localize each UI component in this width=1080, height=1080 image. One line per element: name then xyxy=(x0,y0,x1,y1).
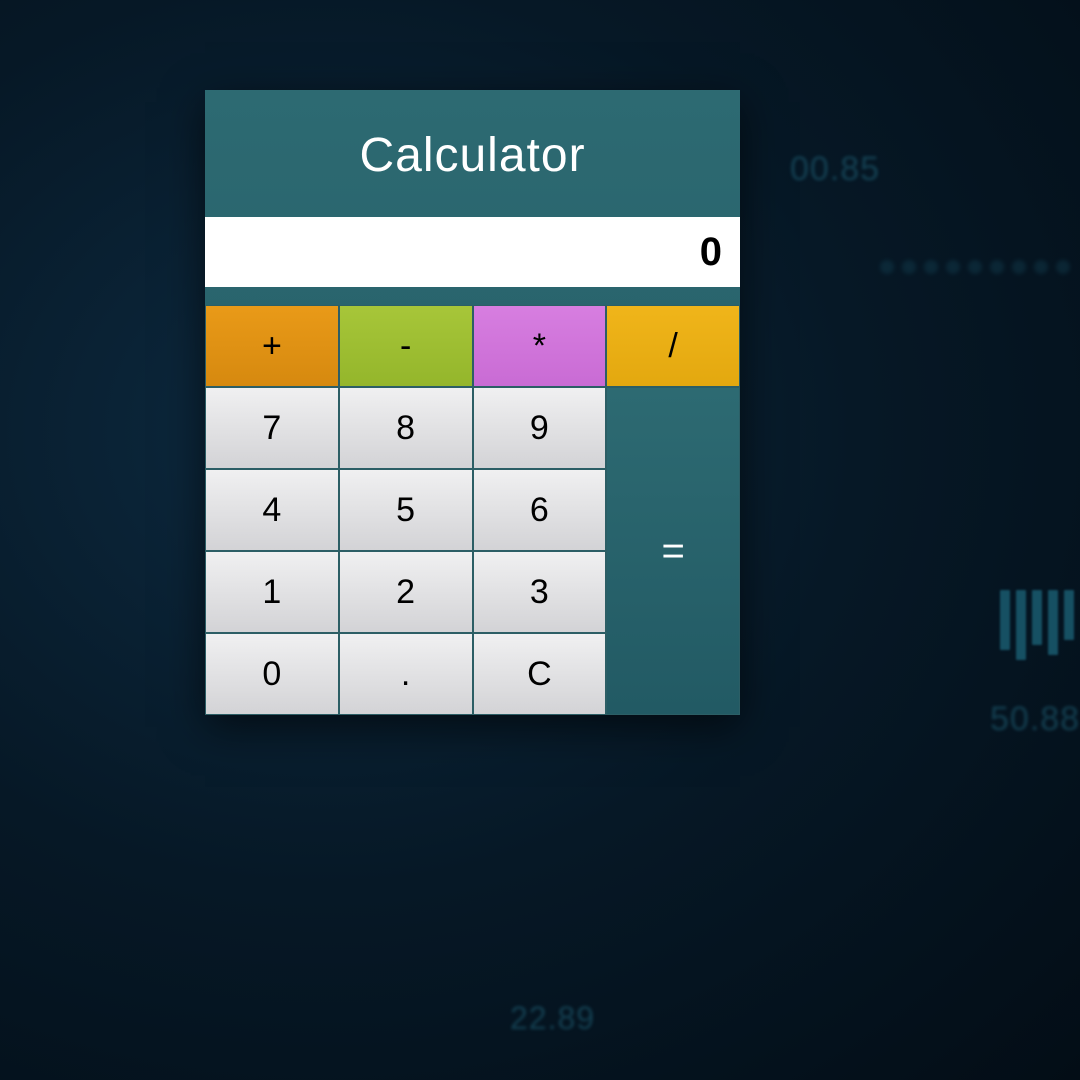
digit-3-button[interactable]: 3 xyxy=(473,551,607,633)
digit-2-button[interactable]: 2 xyxy=(339,551,473,633)
calculator-title: Calculator xyxy=(205,90,740,217)
bg-number-2: 50.88 xyxy=(990,700,1080,739)
calculator-panel: Calculator 0 + - * / 7 8 9 = 4 5 6 1 2 3… xyxy=(205,90,740,715)
bg-bars-icon xyxy=(1000,590,1074,660)
digit-6-button[interactable]: 6 xyxy=(473,469,607,551)
clear-button[interactable]: C xyxy=(473,633,607,715)
digit-0-button[interactable]: 0 xyxy=(205,633,339,715)
digit-9-button[interactable]: 9 xyxy=(473,387,607,469)
keypad: + - * / 7 8 9 = 4 5 6 1 2 3 0 . C xyxy=(205,305,740,715)
subtract-button[interactable]: - xyxy=(339,305,473,387)
equals-button[interactable]: = xyxy=(606,387,740,715)
digit-1-button[interactable]: 1 xyxy=(205,551,339,633)
spacer xyxy=(205,287,740,305)
digit-4-button[interactable]: 4 xyxy=(205,469,339,551)
multiply-button[interactable]: * xyxy=(473,305,607,387)
bg-number-3: 22.89 xyxy=(510,1000,595,1037)
decimal-button[interactable]: . xyxy=(339,633,473,715)
bg-dots-icon xyxy=(880,260,1080,274)
display-output: 0 xyxy=(205,217,740,287)
digit-7-button[interactable]: 7 xyxy=(205,387,339,469)
bg-number-1: 00.85 xyxy=(790,150,880,189)
add-button[interactable]: + xyxy=(205,305,339,387)
divide-button[interactable]: / xyxy=(606,305,740,387)
digit-8-button[interactable]: 8 xyxy=(339,387,473,469)
digit-5-button[interactable]: 5 xyxy=(339,469,473,551)
